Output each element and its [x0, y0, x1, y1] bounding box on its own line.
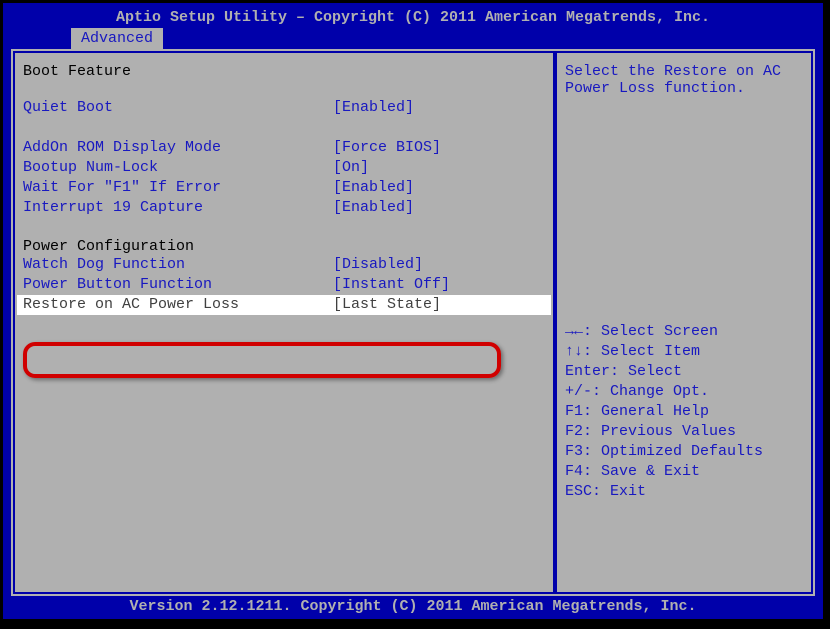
- setting-power-button[interactable]: Power Button Function [Instant Off]: [23, 275, 545, 295]
- help-key-f4: F4: Save & Exit: [565, 462, 803, 482]
- setting-watchdog[interactable]: Watch Dog Function [Disabled]: [23, 255, 545, 275]
- setting-bootup-numlock[interactable]: Bootup Num-Lock [On]: [23, 158, 545, 178]
- help-key-esc: ESC: Exit: [565, 482, 803, 502]
- setting-label: Watch Dog Function: [23, 255, 333, 275]
- setting-value: [Enabled]: [333, 98, 545, 118]
- setting-label: Interrupt 19 Capture: [23, 198, 333, 218]
- tab-bar: Advanced: [3, 28, 823, 49]
- setting-label: Bootup Num-Lock: [23, 158, 333, 178]
- setting-label: Power Button Function: [23, 275, 333, 295]
- help-key-f3: F3: Optimized Defaults: [565, 442, 803, 462]
- setting-label: Restore on AC Power Loss: [23, 295, 333, 315]
- bios-window: Aptio Setup Utility – Copyright (C) 2011…: [3, 3, 823, 619]
- setting-interrupt-19[interactable]: Interrupt 19 Capture [Enabled]: [23, 198, 545, 218]
- help-key-select-item: ↑↓: Select Item: [565, 342, 803, 362]
- setting-value: [Instant Off]: [333, 275, 545, 295]
- main-panel: Boot Feature Quiet Boot [Enabled] AddOn …: [13, 51, 555, 594]
- setting-label: Quiet Boot: [23, 98, 333, 118]
- section-boot-feature: Boot Feature: [23, 63, 545, 80]
- section-power-config: Power Configuration: [23, 238, 545, 255]
- setting-addon-rom[interactable]: AddOn ROM Display Mode [Force BIOS]: [23, 138, 545, 158]
- help-text: Select the Restore on AC Power Loss func…: [565, 63, 803, 97]
- help-key-select-screen: →←: Select Screen: [565, 322, 803, 342]
- setting-value: [Force BIOS]: [333, 138, 545, 158]
- setting-value: [Last State]: [333, 295, 545, 315]
- side-panel: Select the Restore on AC Power Loss func…: [555, 51, 813, 594]
- setting-wait-f1[interactable]: Wait For "F1" If Error [Enabled]: [23, 178, 545, 198]
- help-key-change-opt: +/-: Change Opt.: [565, 382, 803, 402]
- help-key-enter: Enter: Select: [565, 362, 803, 382]
- setting-label: AddOn ROM Display Mode: [23, 138, 333, 158]
- footer-text: Version 2.12.1211. Copyright (C) 2011 Am…: [3, 598, 823, 619]
- setting-value: [Enabled]: [333, 178, 545, 198]
- setting-value: [Disabled]: [333, 255, 545, 275]
- highlight-annotation: [23, 342, 501, 378]
- tab-advanced[interactable]: Advanced: [71, 28, 163, 49]
- setting-restore-ac-power[interactable]: Restore on AC Power Loss [Last State]: [17, 295, 551, 315]
- help-key-f2: F2: Previous Values: [565, 422, 803, 442]
- help-key-f1: F1: General Help: [565, 402, 803, 422]
- content-area: Boot Feature Quiet Boot [Enabled] AddOn …: [11, 49, 815, 596]
- setting-quiet-boot[interactable]: Quiet Boot [Enabled]: [23, 98, 545, 118]
- setting-label: Wait For "F1" If Error: [23, 178, 333, 198]
- setting-value: [On]: [333, 158, 545, 178]
- setting-value: [Enabled]: [333, 198, 545, 218]
- header-title: Aptio Setup Utility – Copyright (C) 2011…: [3, 3, 823, 28]
